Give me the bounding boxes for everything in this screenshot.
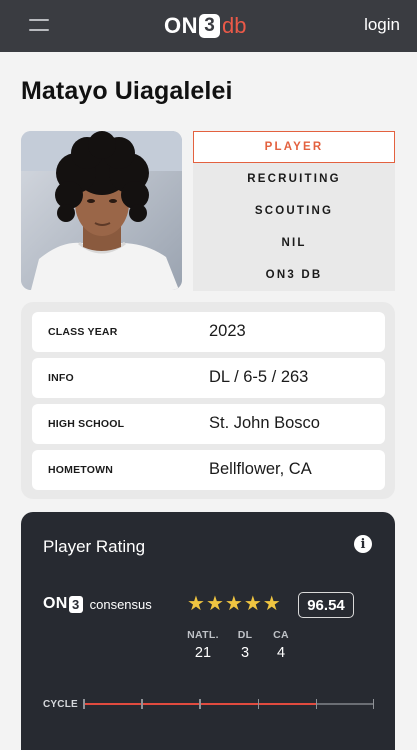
brand-consensus-text: consensus [89,596,152,612]
player-info-card: CLASS YEAR 2023 INFO DL / 6-5 / 263 HIGH… [21,302,395,499]
tab-on3-db[interactable]: ON3 DB [193,259,395,291]
rank-label: NATL. [187,629,219,641]
info-value: DL / 6-5 / 263 [209,368,309,386]
info-label: INFO [48,372,74,384]
player-photo-image [21,131,182,290]
info-row-hometown: HOMETOWN Bellflower, CA [32,450,385,490]
tab-player[interactable]: PLAYER [193,131,395,163]
player-photo [21,131,182,290]
on3db-logo[interactable]: ON 3 db [164,13,246,39]
star-icon: ★ [224,593,243,615]
logo-three-badge: 3 [199,14,220,38]
star-icon: ★ [262,593,281,615]
player-name-heading: Matayo Uiagalelei [21,77,233,105]
info-label: HIGH SCHOOL [48,418,125,430]
rank-label: CA [273,629,289,641]
cycle-tick [257,699,260,709]
info-row-high-school: HIGH SCHOOL St. John Bosco [32,404,385,444]
info-circle-icon[interactable]: i [354,535,372,553]
on3-consensus-brand: ON 3 consensus [43,595,152,613]
hamburger-menu-icon[interactable] [29,18,49,34]
info-value: 2023 [209,322,246,340]
cycle-tick [199,699,201,709]
rating-score-badge: 96.54 [298,592,354,618]
rank-national: NATL. 21 [181,629,225,661]
info-label: CLASS YEAR [48,326,118,338]
brand-three-badge: 3 [68,595,83,613]
player-section-tabs: PLAYER RECRUITING SCOUTING NIL ON3 DB [193,131,395,291]
info-row-info: INFO DL / 6-5 / 263 [32,358,385,398]
cycle-label: CYCLE [43,699,78,710]
rank-value: 21 [194,645,212,661]
star-icon: ★ [243,593,262,615]
star-rating: ★ ★ ★ ★ ★ [187,593,281,615]
star-icon: ★ [205,593,224,615]
info-label: HOMETOWN [48,464,113,476]
top-navigation-bar: ON 3 db login [0,0,417,52]
tab-scouting[interactable]: SCOUTING [193,195,395,227]
cycle-tick [141,699,143,709]
cycle-progress-track [83,699,374,709]
cycle-tick [83,699,85,709]
rank-value: 4 [276,645,286,661]
info-value: Bellflower, CA [209,460,312,478]
logo-db-text: db [222,13,247,38]
cycle-tick [372,699,374,709]
player-rating-card: Player Rating i ON 3 consensus ★ ★ ★ ★ ★ 96.… [21,512,395,750]
rating-title: Player Rating [43,537,146,556]
logo-on-text: ON [164,13,198,38]
login-link[interactable]: login [364,15,400,35]
info-row-class-year: CLASS YEAR 2023 [32,312,385,352]
cycle-tick [315,699,318,709]
star-icon: ★ [187,593,205,615]
brand-on-text: ON [43,595,68,612]
tab-recruiting[interactable]: RECRUITING [193,163,395,195]
tab-nil[interactable]: NIL [193,227,395,259]
info-value: St. John Bosco [209,414,320,432]
rank-state: CA 4 [259,629,303,661]
